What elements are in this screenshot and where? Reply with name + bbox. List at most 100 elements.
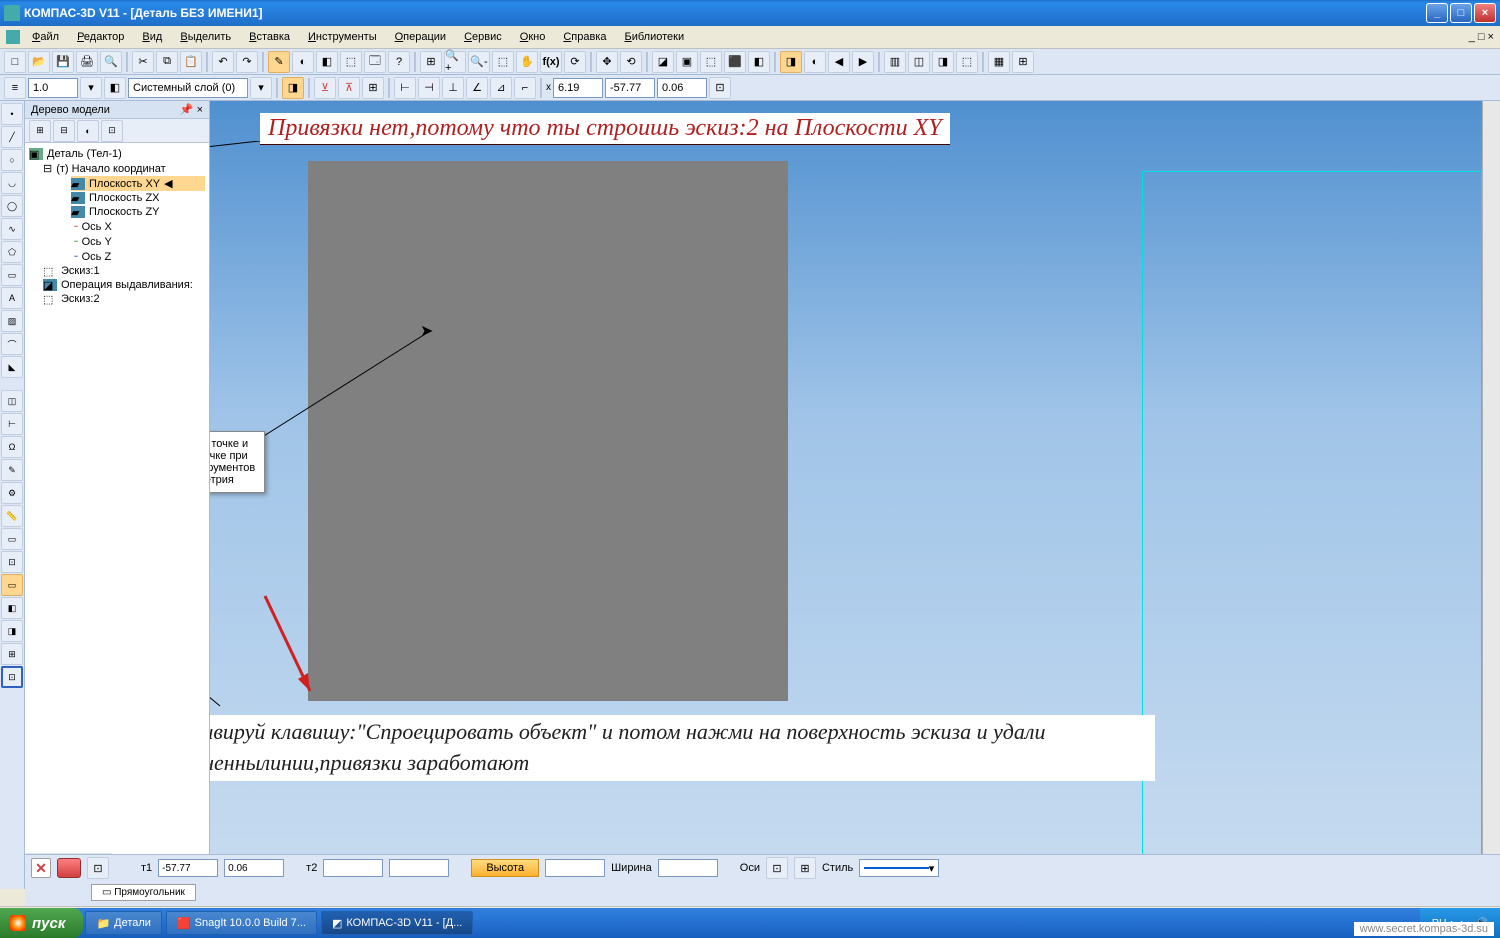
panel-param[interactable]: ⚙ — [1, 482, 23, 504]
rotate-button[interactable]: ⟲ — [620, 51, 642, 73]
tree-btn-4[interactable]: ⊡ — [101, 120, 123, 142]
geom-ellipse[interactable]: ◯ — [1, 195, 23, 217]
height-input[interactable] — [545, 859, 605, 877]
geom-text[interactable]: A — [1, 287, 23, 309]
task-folder[interactable]: 📁 Детали — [85, 911, 162, 935]
menu-help[interactable]: Справка — [555, 29, 614, 45]
panel-more1[interactable]: ◧ — [1, 597, 23, 619]
tree-plane-zy[interactable]: ▰Плоскость ZY — [71, 205, 205, 219]
menu-view[interactable]: Вид — [134, 29, 170, 45]
extra-4[interactable]: ⬚ — [956, 51, 978, 73]
canvas-vscroll[interactable] — [1482, 101, 1500, 871]
menu-window[interactable]: Окно — [512, 29, 554, 45]
task-snagit[interactable]: 🟥 SnagIt 10.0.0 Build 7... — [166, 911, 317, 935]
dim-5[interactable]: ⊿ — [490, 77, 512, 99]
tree-origin[interactable]: ⊟(т) Начало координат — [43, 161, 205, 176]
extra-5[interactable]: ▦ — [988, 51, 1010, 73]
menu-edit[interactable]: Редактор — [69, 29, 132, 45]
layer-combo[interactable] — [128, 78, 248, 98]
panel-meas[interactable]: 📏 — [1, 505, 23, 527]
minimize-button[interactable]: _ — [1426, 3, 1448, 23]
menu-service[interactable]: Сервис — [456, 29, 510, 45]
panel-spec[interactable]: ⊡ — [1, 551, 23, 573]
tree-axis-x[interactable]: ╶Ось X — [71, 219, 205, 234]
tree-plane-xy[interactable]: ▰Плоскость XY ◀ — [71, 176, 205, 191]
height-button[interactable]: Высота — [471, 859, 539, 877]
arrow-left-button[interactable]: ◀ — [828, 51, 850, 73]
pan-button[interactable]: ✋ — [516, 51, 538, 73]
scale-drop[interactable]: ▾ — [80, 77, 102, 99]
geom-chamfer[interactable]: ◣ — [1, 356, 23, 378]
dim-1[interactable]: ⊢ — [394, 77, 416, 99]
layer-icon[interactable]: ◧ — [104, 77, 126, 99]
doc-controls[interactable]: _ □ × — [1469, 31, 1494, 43]
3d-button-2[interactable]: ◐ — [804, 51, 826, 73]
geom-fillet[interactable]: ⌒ — [1, 333, 23, 355]
panel-project[interactable]: ⊡ — [1, 666, 23, 688]
tree-axis-z[interactable]: ╶Ось Z — [71, 249, 205, 264]
print-button[interactable]: 🖨 — [76, 51, 98, 73]
sketch-active-button[interactable]: ✎ — [268, 51, 290, 73]
scale-input[interactable] — [28, 78, 78, 98]
undo-button[interactable]: ↶ — [212, 51, 234, 73]
panel-rect-active[interactable]: ▭ — [1, 574, 23, 596]
panel-edit[interactable]: ✎ — [1, 459, 23, 481]
dim-3[interactable]: ⊥ — [442, 77, 464, 99]
magnet-1[interactable]: ⊻ — [314, 77, 336, 99]
geom-circ[interactable]: ○ — [1, 149, 23, 171]
prop-extra[interactable]: ⊡ — [87, 857, 109, 879]
geom-hatch[interactable]: ▨ — [1, 310, 23, 332]
panel-more3[interactable]: ⊞ — [1, 643, 23, 665]
snap-toggle[interactable]: ◨ — [282, 77, 304, 99]
grid-button[interactable]: ⊞ — [362, 77, 384, 99]
width-input[interactable] — [658, 859, 718, 877]
arrow-right-button[interactable]: ▶ — [852, 51, 874, 73]
prop-cancel[interactable]: ✕ — [31, 858, 51, 878]
tool-b[interactable]: ◧ — [316, 51, 338, 73]
coord-x-input[interactable] — [553, 78, 603, 98]
copy-button[interactable]: ⧉ — [156, 51, 178, 73]
geom-arc[interactable]: ◡ — [1, 172, 23, 194]
sketch-surface[interactable] — [308, 161, 788, 701]
prop-stop[interactable] — [57, 858, 81, 878]
extra-6[interactable]: ⊞ — [1012, 51, 1034, 73]
geom-spline[interactable]: ∿ — [1, 218, 23, 240]
canvas[interactable]: Привязки нет,потому что ты строишь эскиз… — [210, 101, 1500, 889]
t2-y-input[interactable] — [389, 859, 449, 877]
shaded-button[interactable]: ◧ — [748, 51, 770, 73]
close-button[interactable]: × — [1474, 3, 1496, 23]
axes-toggle[interactable]: ⊡ — [766, 857, 788, 879]
coord-y-input[interactable] — [605, 78, 655, 98]
wireframe-button[interactable]: ⬚ — [700, 51, 722, 73]
t2-x-input[interactable] — [323, 859, 383, 877]
style-combo[interactable]: ▾ — [859, 859, 939, 877]
geom-poly[interactable]: ⬠ — [1, 241, 23, 263]
zoom-in-button[interactable]: 🔍+ — [444, 51, 466, 73]
tool-c[interactable]: ⬚ — [340, 51, 362, 73]
panel-sel[interactable]: ▭ — [1, 528, 23, 550]
panel-geom[interactable]: ◫ — [1, 390, 23, 412]
refresh-button[interactable]: ⟳ — [564, 51, 586, 73]
save-button[interactable]: 💾 — [52, 51, 74, 73]
properties-button[interactable]: 🗔 — [364, 51, 386, 73]
cut-button[interactable]: ✂ — [132, 51, 154, 73]
tree-axis-y[interactable]: ╶Ось Y — [71, 234, 205, 249]
redo-button[interactable]: ↷ — [236, 51, 258, 73]
axes-toggle2[interactable]: ⊞ — [794, 857, 816, 879]
move-button[interactable]: ✥ — [596, 51, 618, 73]
dim-2[interactable]: ⊣ — [418, 77, 440, 99]
tree-pin-close[interactable]: 📌 × — [180, 103, 203, 116]
extra-3[interactable]: ◨ — [932, 51, 954, 73]
menu-insert[interactable]: Вставка — [241, 29, 298, 45]
geom-point[interactable]: • — [1, 103, 23, 125]
task-kompas[interactable]: ◩ КОМПАС-3D V11 - [Д... — [321, 911, 473, 935]
t1-x-input[interactable] — [158, 859, 218, 877]
panel-more2[interactable]: ◨ — [1, 620, 23, 642]
hidden-button[interactable]: ⬛ — [724, 51, 746, 73]
zoom-window-button[interactable]: ⬚ — [492, 51, 514, 73]
zoom-fit-button[interactable]: ⊞ — [420, 51, 442, 73]
view-front align-button[interactable]: ▣ — [676, 51, 698, 73]
prop-tab-rect[interactable]: ▭ Прямоугольник — [91, 884, 196, 901]
model-tree[interactable]: ▣Деталь (Тел-1) ⊟(т) Начало координат ▰П… — [25, 143, 209, 873]
extra-1[interactable]: ▥ — [884, 51, 906, 73]
